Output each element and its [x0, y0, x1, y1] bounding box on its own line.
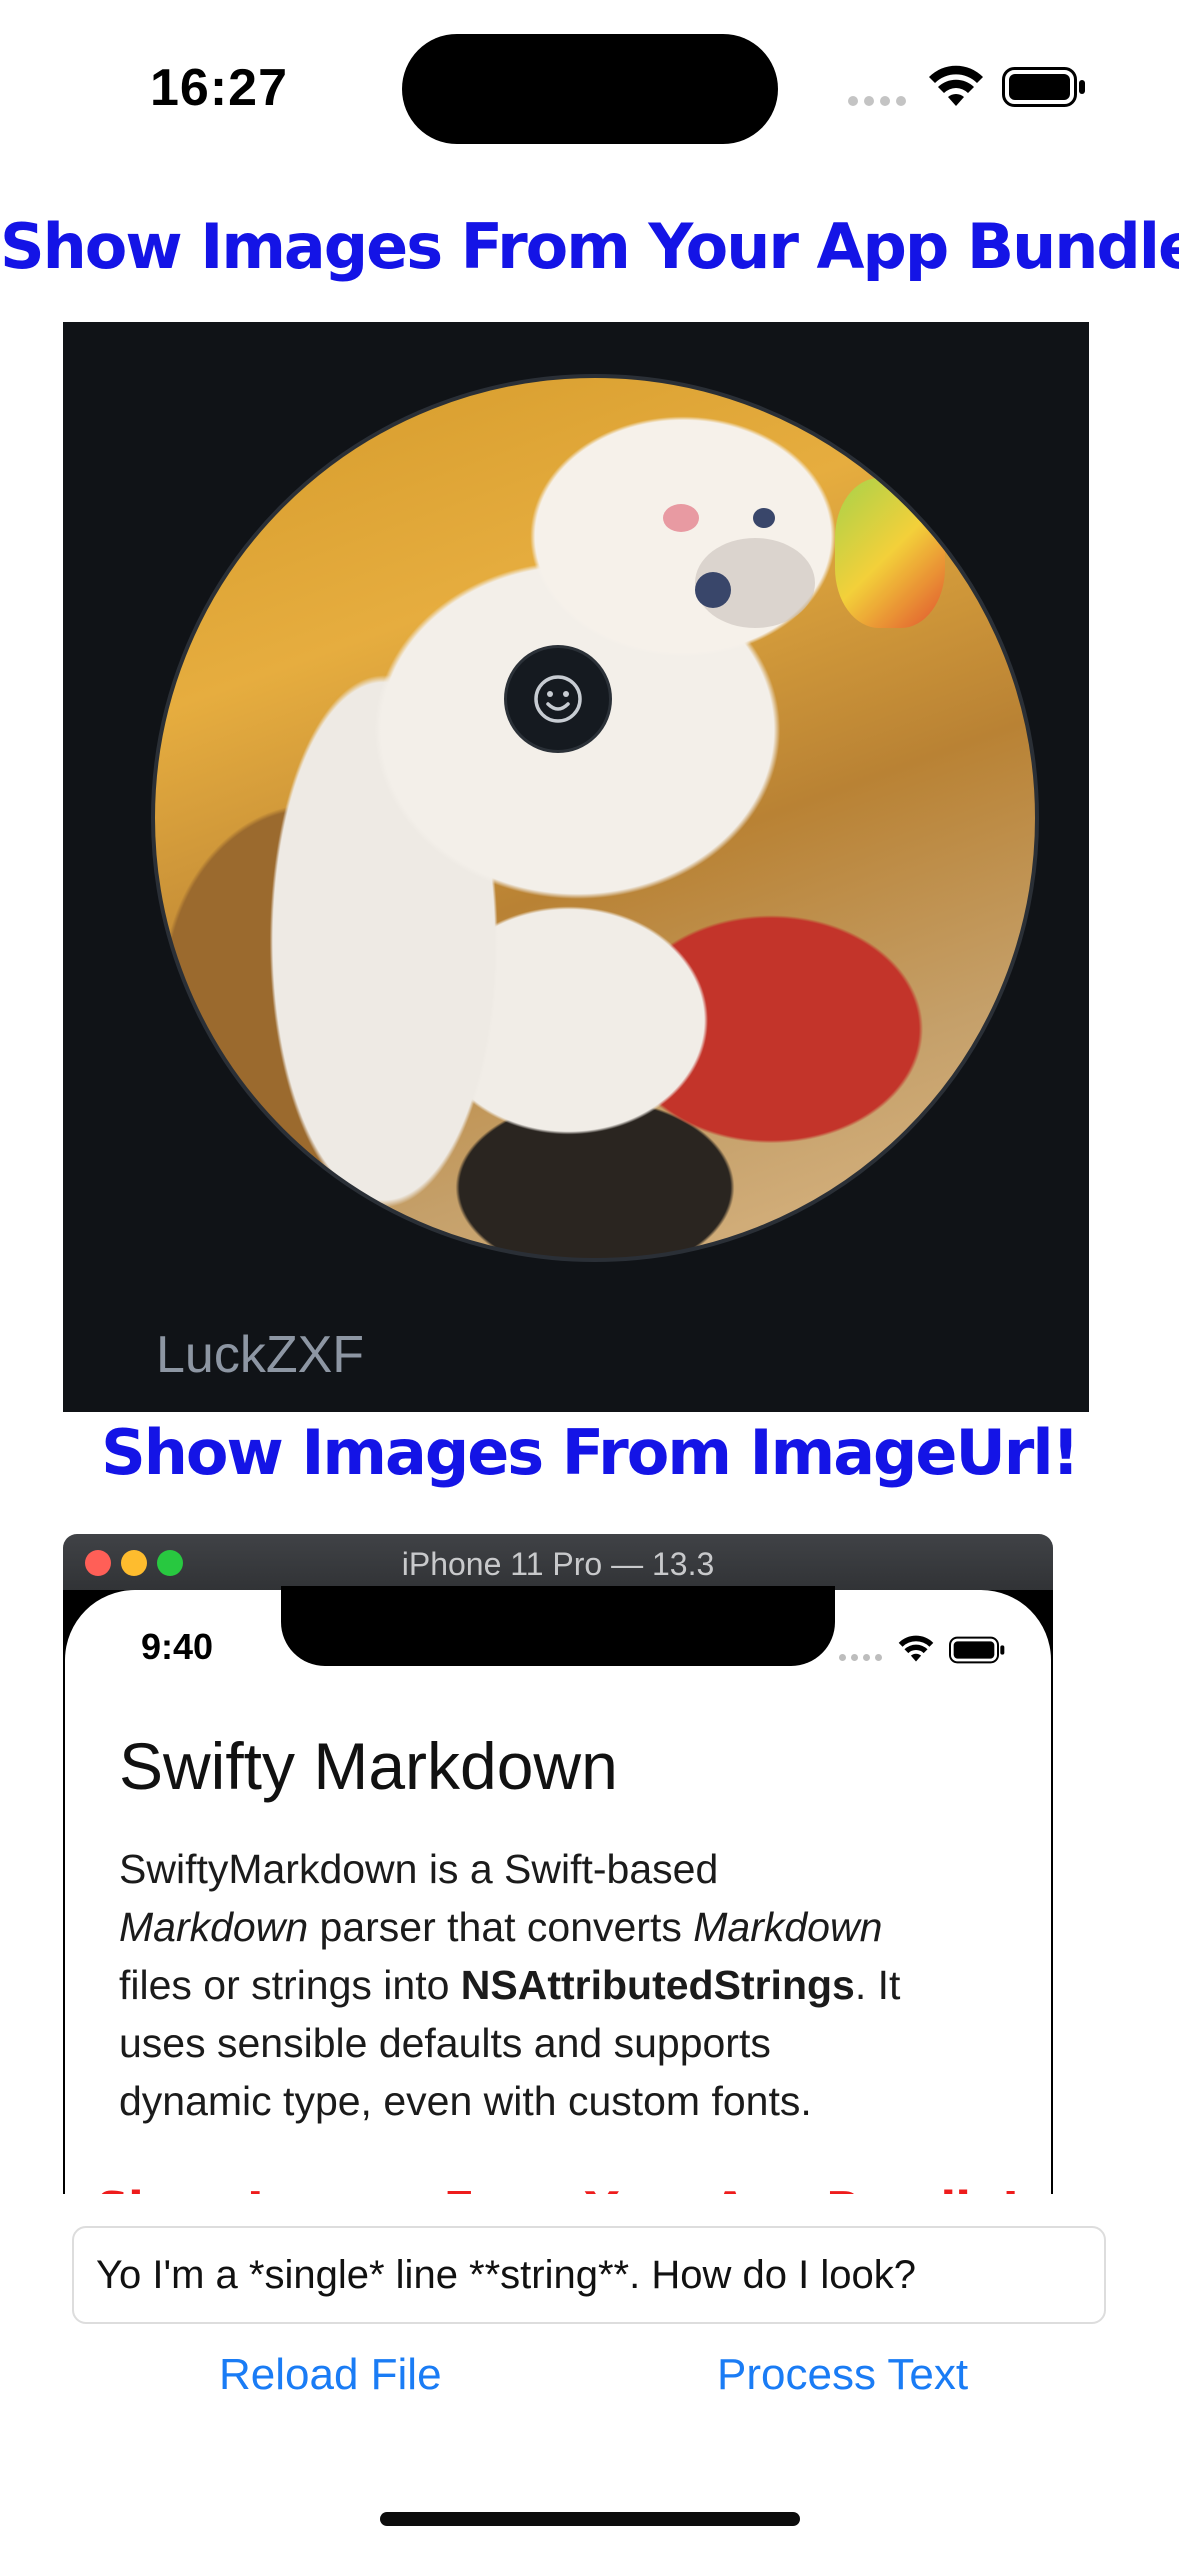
home-indicator: [380, 2512, 800, 2526]
smiley-icon: [504, 645, 612, 753]
body-text: parser that converts: [308, 1904, 694, 1950]
cat-nose: [663, 504, 699, 532]
username-caption: LuckZXF: [156, 1326, 365, 1384]
toy-shape: [835, 478, 945, 628]
italic-text: Markdown: [693, 1904, 883, 1950]
url-images-heading: Show Images From ImageUrl!: [101, 1416, 1080, 1489]
sim-cellular-icon: [839, 1654, 885, 1662]
dynamic-island: [402, 34, 778, 144]
markdown-text-input[interactable]: [72, 2226, 1106, 2324]
bundle-images-heading: Show Images From Your App Bundle!: [0, 210, 1179, 283]
sim-status-time: 9:40: [141, 1626, 214, 1667]
bold-text: NSAttributedStrings: [460, 1962, 855, 2008]
clipped-heading: Show Images From Your App Bundle!: [63, 2182, 1053, 2194]
markdown-line: Markdown parser that converts Markdown: [119, 1898, 999, 1956]
status-time: 16:27: [150, 59, 288, 117]
wifi-icon: [929, 65, 983, 106]
reload-file-button[interactable]: Reload File: [219, 2350, 442, 2400]
bundle-image: LuckZXF: [63, 322, 1089, 1412]
cellular-signal-icon: [848, 96, 908, 108]
markdown-line: files or strings into NSAttributedString…: [119, 1956, 999, 2014]
battery-icon: [1002, 67, 1085, 107]
simulator-titlebar: iPhone 11 Pro — 13.3: [63, 1534, 1053, 1590]
body-text: . It: [854, 1962, 901, 2008]
markdown-line: dynamic type, even with custom fonts.: [119, 2078, 812, 2124]
process-text-button[interactable]: Process Text: [717, 2350, 968, 2400]
device-notch: [281, 1586, 835, 1666]
markdown-body: SwiftyMarkdown is a Swift-based Markdown…: [119, 1840, 999, 2130]
url-image: iPhone 11 Pro — 13.3 9:40 Swifty Markdow…: [63, 1534, 1053, 2194]
cat-photo: [151, 374, 1039, 1262]
sim-wifi-icon: [898, 1635, 934, 1662]
cat-eye: [695, 572, 731, 608]
body-text: files or strings into: [119, 1962, 461, 2008]
markdown-line: SwiftyMarkdown is a Swift-based: [119, 1846, 719, 1892]
markdown-line: uses sensible defaults and supports: [119, 2020, 771, 2066]
italic-text: Markdown: [119, 1904, 309, 1950]
sim-battery-icon: [949, 1636, 1005, 1664]
simulator-title: iPhone 11 Pro — 13.3: [401, 1546, 715, 1582]
cat-eye: [753, 508, 775, 528]
markdown-title: Swifty Markdown: [119, 1729, 618, 1803]
